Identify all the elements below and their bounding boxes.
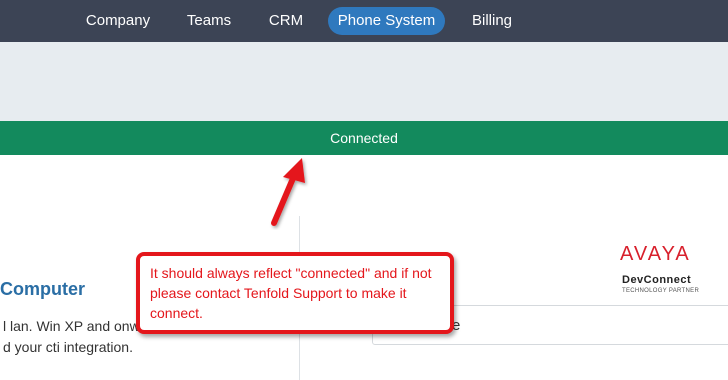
description-line-1: l lan. Win XP and onwa <box>3 318 148 334</box>
devconnect-logo: DevConnect <box>622 274 691 286</box>
annotation-callout: It should always reflect "connected" and… <box>136 252 454 334</box>
technology-partner-tagline: TECHNOLOGY PARTNER <box>622 288 700 294</box>
top-navigation: Company Teams CRM Phone System Billing <box>0 0 728 42</box>
nav-tab-teams[interactable]: Teams <box>174 7 244 35</box>
annotation-arrow-icon <box>271 158 305 226</box>
nav-tab-company[interactable]: Company <box>74 7 162 35</box>
devconnect-logo-text: DevConnect <box>622 274 692 286</box>
annotation-text: It should always reflect "connected" and… <box>150 265 432 321</box>
subheader-bar <box>0 42 728 121</box>
section-heading: Computer <box>0 279 85 299</box>
nav-tab-phone-system[interactable]: Phone System <box>328 7 445 35</box>
connection-status-bar: Connected <box>0 121 728 155</box>
description-line-2: d your cti integration. <box>3 339 133 355</box>
nav-tab-billing[interactable]: Billing <box>458 7 526 35</box>
nav-tab-crm[interactable]: CRM <box>258 7 314 35</box>
avaya-logo: AVAYA <box>620 243 691 265</box>
